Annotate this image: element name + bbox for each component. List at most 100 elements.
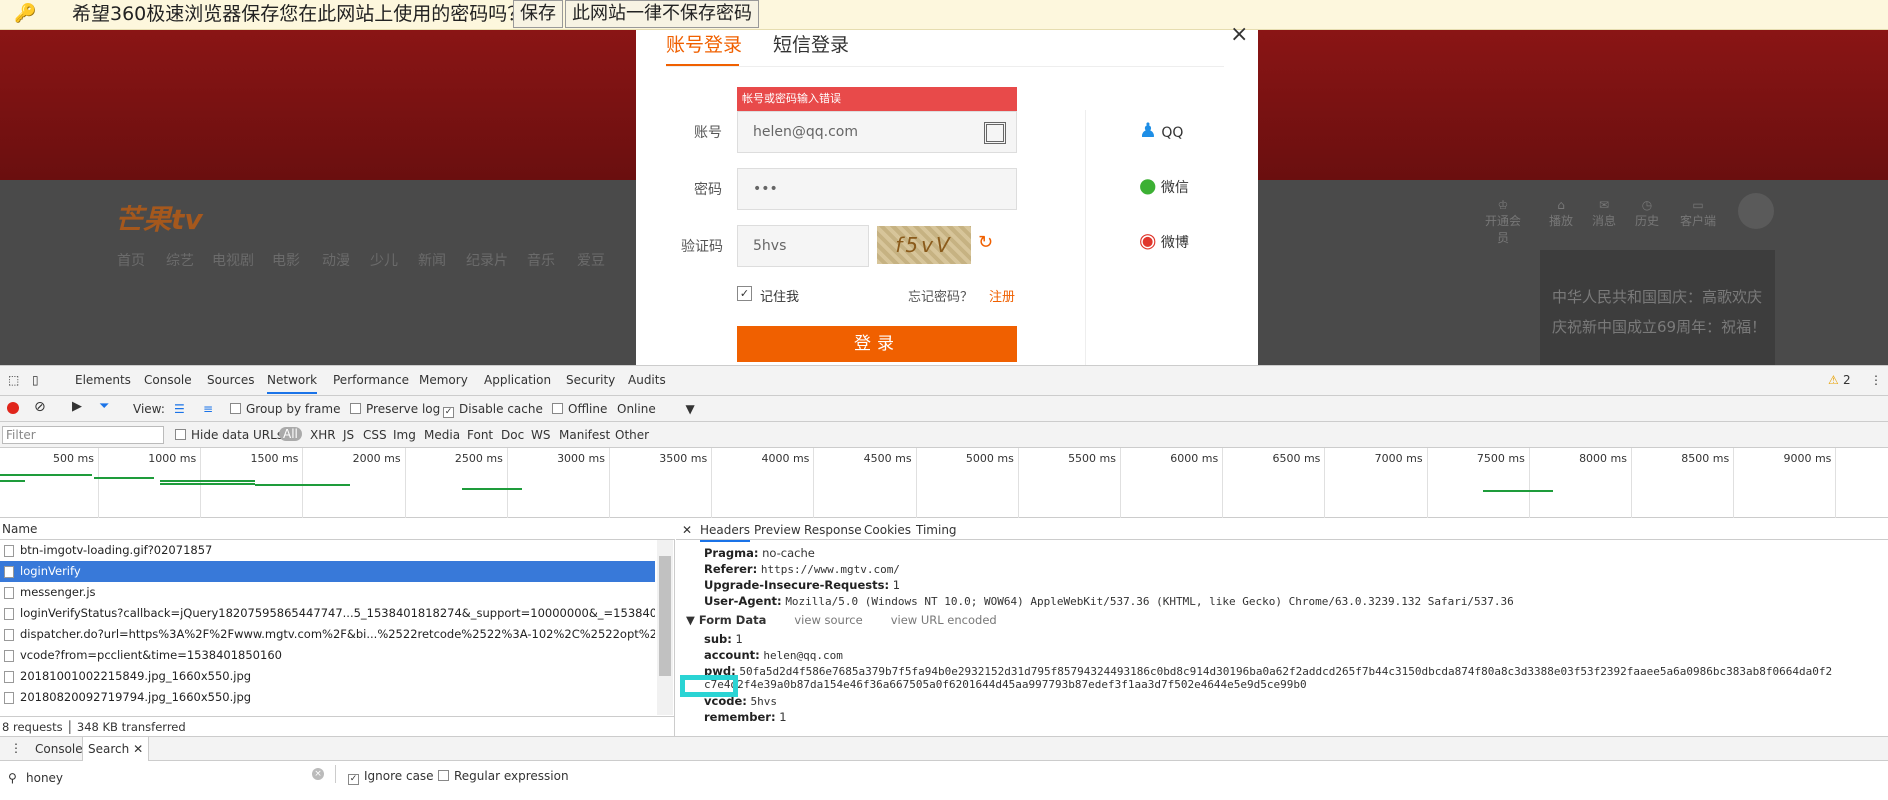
nav-item[interactable]: 首页 [117,250,145,270]
filter-all[interactable]: All [279,427,302,441]
tab-preview[interactable]: Preview [754,523,801,537]
request-row[interactable]: messenger.js [0,582,655,603]
request-row[interactable]: btn-imgotv-loading.gif?02071857 [0,540,655,561]
network-overview[interactable]: 500 ms 1000 ms 1500 ms 2000 ms 2500 ms 3000 m… [0,448,1888,518]
inspect-icon[interactable]: ⬚ [8,373,19,387]
password-field[interactable]: ••• [737,168,1017,210]
nav-item[interactable]: 爱豆 [577,250,605,270]
view-source-link[interactable]: view source [794,613,862,627]
tab-account-login[interactable]: 账号登录 [666,30,742,57]
tab-performance[interactable]: Performance [333,373,409,387]
view-url-encoded-link[interactable]: view URL encoded [891,613,997,627]
request-row[interactable]: loginVerify [0,561,655,582]
news-item[interactable]: 中华人民共和国国庆：高歌欢庆 [1552,286,1762,307]
vip-link[interactable]: ♔ 开通会员 [1483,198,1523,246]
qq-login[interactable]: ♟ QQ [1139,118,1183,142]
forgot-password-link[interactable]: 忘记密码？ [908,286,973,305]
tab-response[interactable]: Response [804,523,862,537]
wechat-login[interactable]: ● 微信 [1139,173,1189,197]
tab-timing[interactable]: Timing [916,523,957,537]
tab-elements[interactable]: Elements [75,373,131,387]
nav-item[interactable]: 纪录片 [466,250,508,270]
nav-item[interactable]: 电视剧 [212,250,254,270]
news-item[interactable]: 庆祝新中国成立69周年：祝福！ [1552,316,1766,337]
request-row[interactable]: 20180820092719794.jpg_1660x550.jpg [0,687,655,708]
filter-css[interactable]: CSS [363,428,387,442]
filter-font[interactable]: Font [467,428,493,442]
clear-search-icon[interactable]: × [312,768,324,780]
offline[interactable]: Offline [552,402,607,416]
history-link[interactable]: ◷ 历史 [1627,198,1667,229]
camera-icon[interactable]: ▶ [72,399,82,414]
filter-manifest[interactable]: Manifest [559,428,610,442]
drawer-menu-icon[interactable]: ⋮ [10,741,22,755]
filter-xhr[interactable]: XHR [310,428,336,442]
client-link[interactable]: ▭ 客户端 [1678,198,1718,229]
nav-item[interactable]: 新闻 [418,250,446,270]
warning-icon[interactable]: ⚠ [1828,373,1839,387]
request-row[interactable]: dispatcher.do?url=https%3A%2F%2Fwww.mgtv… [0,624,655,645]
drawer-tab-search[interactable]: Search ✕ [82,737,150,761]
filter-input[interactable]: Filter [2,426,164,444]
search-input[interactable]: honey [26,771,63,785]
tab-audits[interactable]: Audits [628,373,666,387]
nav-item[interactable]: 综艺 [166,250,194,270]
never-save-button[interactable]: 此网站一律不保存密码 [565,0,759,28]
request-row[interactable]: loginVerifyStatus?callback=jQuery1820759… [0,603,655,624]
captcha-image[interactable]: f5vV [877,226,971,264]
avatar[interactable] [1738,193,1774,229]
captcha-field[interactable]: 5hvs [737,225,869,267]
name-column-header[interactable]: Name [0,518,675,540]
nav-item[interactable]: 电影 [272,250,300,270]
nav-item[interactable]: 音乐 [527,250,555,270]
menu-icon[interactable]: ⋮ [1870,373,1882,387]
close-icon[interactable]: ✕ [133,742,143,756]
tab-headers[interactable]: Headers [700,523,750,542]
device-toggle-icon[interactable]: ▯ [32,373,39,387]
filter-icon[interactable]: ⏷ [99,399,109,414]
scrollbar-thumb[interactable] [659,556,671,676]
clear-icon[interactable]: ⊘ [34,399,46,415]
filter-ws[interactable]: WS [531,428,550,442]
list-view-icon[interactable]: ☰ [174,402,185,416]
preserve-log[interactable]: Preserve log [350,402,440,416]
throttle-select[interactable]: Online ▼ [617,402,695,416]
tab-cookies[interactable]: Cookies [864,523,911,537]
remember-checkbox[interactable]: ✓ [737,286,752,301]
drawer-tab-console[interactable]: Console [35,742,83,756]
regex[interactable]: Regular expression [438,769,569,783]
form-data-section[interactable]: ▼ Form Data view source view URL encoded [686,613,997,627]
waterfall-view-icon[interactable]: ≡ [203,402,213,416]
request-row[interactable]: vcode?from=pcclient&time=1538401850160 [0,645,655,666]
filter-js[interactable]: JS [343,428,354,442]
tab-security[interactable]: Security [566,373,615,387]
tab-sms-login[interactable]: 短信登录 [773,30,849,57]
close-icon[interactable]: × [1230,22,1248,47]
filter-doc[interactable]: Doc [501,428,524,442]
disable-cache[interactable]: ✓ Disable cache [443,402,543,418]
account-field[interactable]: helen@qq.com [737,111,1017,153]
qrcode-icon[interactable] [984,122,1006,144]
save-password-button[interactable]: 保存 [513,0,563,28]
play-link[interactable]: ⌂ 播放 [1541,198,1581,229]
hide-data-urls[interactable]: Hide data URLs [175,428,283,442]
group-by-frame[interactable]: Group by frame [230,402,340,416]
filter-img[interactable]: Img [393,428,416,442]
nav-item[interactable]: 少儿 [370,250,398,270]
weibo-login[interactable]: ◉ 微博 [1139,228,1189,252]
filter-media[interactable]: Media [424,428,460,442]
nav-item[interactable]: 动漫 [322,250,350,270]
message-link[interactable]: ✉ 消息 [1584,198,1624,229]
close-icon[interactable]: ✕ [682,523,692,537]
tab-network[interactable]: Network [267,373,318,394]
filter-other[interactable]: Other [615,428,649,442]
register-link[interactable]: 注册 [989,286,1015,305]
ignore-case[interactable]: ✓ Ignore case [348,769,434,785]
refresh-icon[interactable]: ↻ [978,232,993,253]
tab-sources[interactable]: Sources [207,373,254,387]
tab-application[interactable]: Application [484,373,551,387]
login-button[interactable]: 登录 [737,326,1017,362]
record-icon[interactable] [7,402,19,414]
tab-memory[interactable]: Memory [419,373,468,387]
request-row[interactable]: 20181001002215849.jpg_1660x550.jpg [0,666,655,687]
